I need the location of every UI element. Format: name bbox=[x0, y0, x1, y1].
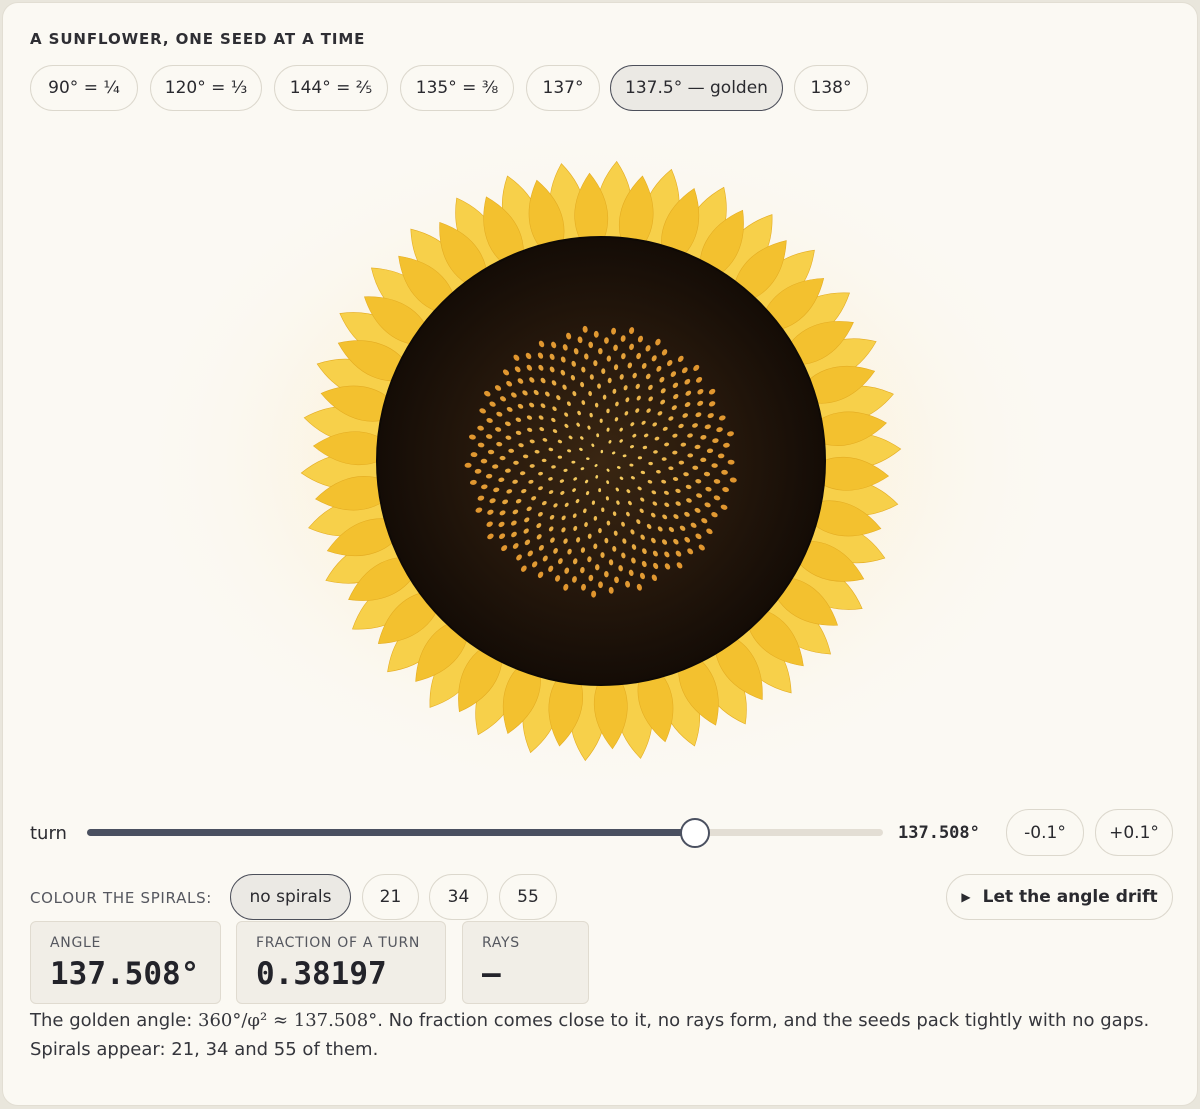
seed bbox=[598, 581, 603, 589]
drift-button-label: Let the angle drift bbox=[982, 887, 1158, 907]
preset-144-button[interactable]: 144° = ⅖ bbox=[274, 65, 388, 111]
fraction-stat: FRACTION OF A TURN 0.38197 bbox=[236, 921, 446, 1004]
rays-stat-label: RAYS bbox=[482, 935, 520, 951]
spirals-label: COLOUR THE SPIRALS: bbox=[30, 889, 213, 907]
preset-138-button[interactable]: 138° bbox=[794, 65, 868, 111]
golden-angle-formula: 360°/φ² ≈ 137.508° bbox=[198, 1010, 378, 1031]
spiral-none-button[interactable]: no spirals bbox=[230, 874, 351, 920]
spiral-34-button[interactable]: 34 bbox=[429, 874, 488, 920]
panel-heading: A SUNFLOWER, ONE SEED AT A TIME bbox=[30, 30, 366, 48]
preset-135-button[interactable]: 135° = ⅜ bbox=[400, 65, 514, 111]
turn-slider-fill bbox=[87, 829, 696, 836]
decrease-angle-button[interactable]: -0.1° bbox=[1006, 809, 1084, 856]
play-icon: ▶ bbox=[961, 890, 971, 904]
preset-90-button[interactable]: 90° = ¼ bbox=[30, 65, 138, 111]
preset-137-button[interactable]: 137° bbox=[526, 65, 600, 111]
explanation-prefix: The golden angle: bbox=[30, 1010, 198, 1031]
angle-stat: ANGLE 137.508° bbox=[30, 921, 221, 1004]
explanation-line-2: Spirals appear: 21, 34 and 55 of them. bbox=[30, 1039, 379, 1060]
seed bbox=[598, 347, 603, 355]
spiral-21-button[interactable]: 21 bbox=[362, 874, 419, 920]
increase-angle-button[interactable]: +0.1° bbox=[1095, 809, 1173, 856]
explanation-line-1: The golden angle: 360°/φ² ≈ 137.508°. No… bbox=[30, 1006, 1180, 1035]
fraction-stat-value: 0.38197 bbox=[256, 956, 387, 992]
rays-stat: RAYS — bbox=[462, 921, 589, 1004]
preset-120-button[interactable]: 120° = ⅓ bbox=[150, 65, 262, 111]
rays-stat-value: — bbox=[482, 956, 501, 992]
preset-golden-button[interactable]: 137.5° — golden bbox=[610, 65, 783, 111]
fraction-stat-label: FRACTION OF A TURN bbox=[256, 935, 421, 951]
seed bbox=[599, 418, 603, 423]
sunflower-canvas bbox=[131, 120, 1071, 798]
angle-stat-label: ANGLE bbox=[50, 935, 102, 951]
drift-button[interactable]: ▶ Let the angle drift bbox=[946, 874, 1173, 920]
turn-value-readout: 137.508° bbox=[898, 823, 980, 843]
explanation-text: The golden angle: 360°/φ² ≈ 137.508°. No… bbox=[30, 1006, 1180, 1064]
seed bbox=[480, 458, 488, 464]
explanation-suffix: . No fraction comes close to it, no rays… bbox=[377, 1010, 1150, 1031]
sunflower-panel: A SUNFLOWER, ONE SEED AT A TIME 90° = ¼ … bbox=[2, 2, 1198, 1106]
turn-slider-label: turn bbox=[30, 823, 67, 844]
angle-stat-value: 137.508° bbox=[50, 956, 200, 992]
spiral-55-button[interactable]: 55 bbox=[499, 874, 557, 920]
flower-disc bbox=[376, 236, 826, 686]
turn-slider-thumb[interactable] bbox=[680, 818, 711, 848]
